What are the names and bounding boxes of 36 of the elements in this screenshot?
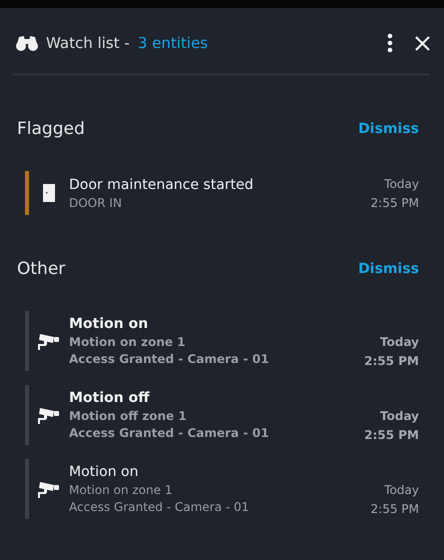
security-camera-icon: [38, 332, 60, 350]
notification-detail: Access Granted - Camera - 01: [69, 426, 270, 440]
notification-date: Today: [384, 482, 419, 496]
notification-item[interactable]: Door maintenance started DOOR IN Today 2:55 PM: [25, 171, 419, 215]
dismiss-link[interactable]: Dismiss: [358, 121, 419, 137]
dismiss-link[interactable]: Dismiss: [358, 261, 419, 277]
panel-title: Watch list -: [46, 34, 130, 52]
notification-item[interactable]: Motion on Motion on zone 1 Access Granted - Camera - 01 Today 2:55 PM: [25, 459, 419, 519]
notification-title: Door maintenance started: [69, 176, 254, 192]
security-camera-icon: [38, 480, 60, 498]
notification-date: Today: [380, 408, 419, 422]
binoculars-icon: [16, 35, 38, 51]
notification-detail: Motion off zone 1: [69, 409, 188, 423]
notification-detail: Access Granted - Camera - 01: [69, 500, 250, 514]
security-camera-icon: [38, 406, 60, 424]
notification-detail: Motion on zone 1: [69, 335, 186, 349]
entity-count: 3 entities: [138, 34, 208, 52]
notification-title: Motion on: [69, 316, 150, 332]
door-icon: [43, 184, 55, 202]
notification-time: 2:55 PM: [364, 428, 419, 442]
notification-date: Today: [380, 334, 419, 348]
notification-time: 2:55 PM: [370, 196, 419, 210]
notification-item[interactable]: Motion off Motion off zone 1 Access Granted - Camera - 01 Today 2:55 PM: [25, 385, 419, 445]
notification-title: Motion on: [69, 464, 140, 480]
section-title: Flagged: [17, 119, 85, 139]
notification-detail: DOOR IN: [69, 196, 123, 210]
more-options-button[interactable]: [387, 33, 393, 53]
notification-detail: Motion on zone 1: [69, 483, 174, 497]
notification-item[interactable]: Motion on Motion on zone 1 Access Granted - Camera - 01 Today 2:55 PM: [25, 311, 419, 371]
notification-date: Today: [384, 176, 419, 190]
notification-time: 2:55 PM: [370, 502, 419, 516]
notification-time: 2:55 PM: [364, 354, 419, 368]
close-button[interactable]: [415, 36, 430, 50]
notification-detail: Access Granted - Camera - 01: [69, 352, 270, 366]
section-title: Other: [17, 259, 66, 279]
notification-title: Motion off: [69, 390, 151, 406]
